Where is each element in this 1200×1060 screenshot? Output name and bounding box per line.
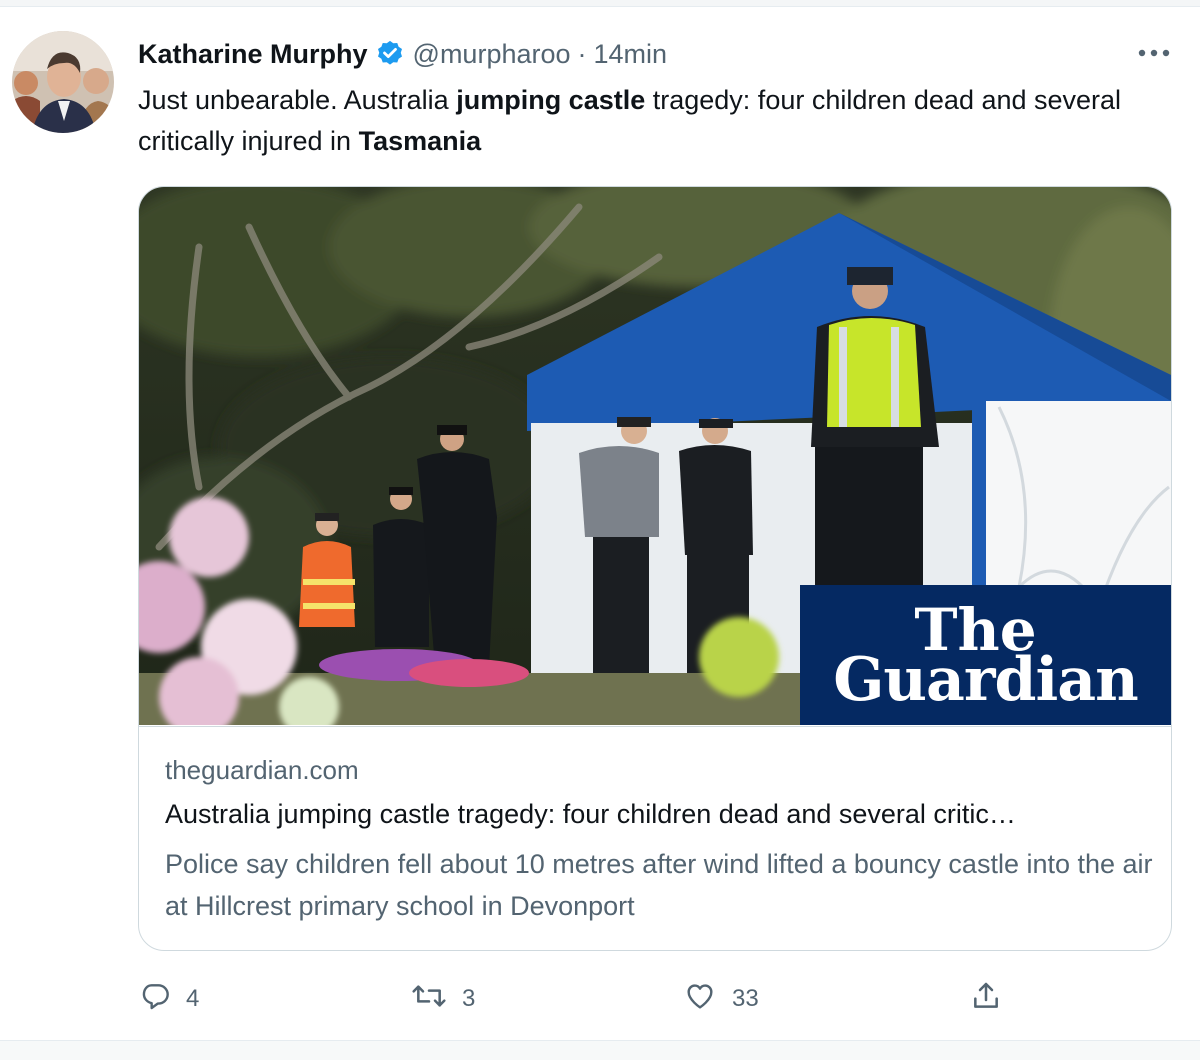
- tweet-text: Just unbearable. Australia jumping castl…: [138, 80, 1168, 162]
- tweet-text-part: Just unbearable. Australia: [138, 85, 457, 115]
- author-name[interactable]: Katharine Murphy: [138, 39, 368, 70]
- card-domain: theguardian.com: [165, 755, 359, 785]
- logo-word-guardian: Guardian: [833, 645, 1139, 715]
- retweet-icon: [410, 980, 448, 1019]
- card-title: Australia jumping castle tragedy: four c…: [165, 799, 1016, 829]
- reply-icon: [138, 980, 172, 1019]
- top-divider: [0, 0, 1200, 7]
- reply-button[interactable]: 4: [138, 980, 199, 1018]
- tweet-text-bold: jumping castle: [456, 85, 646, 115]
- like-icon: [682, 980, 718, 1019]
- like-button[interactable]: 33: [682, 980, 759, 1018]
- reply-count: 4: [186, 985, 200, 1012]
- card-image[interactable]: The Guardian: [139, 187, 1171, 725]
- header-separator: ·: [577, 38, 587, 69]
- tweet-timestamp[interactable]: 14min: [594, 39, 668, 70]
- share-icon: [970, 979, 1002, 1020]
- retweet-button[interactable]: 3: [410, 980, 475, 1018]
- card-description: Police say children fell about 10 metres…: [165, 849, 1153, 921]
- avatar[interactable]: [12, 31, 114, 133]
- verified-badge-icon: [375, 39, 405, 69]
- tweet-actions: 4 3 33: [138, 980, 1178, 1020]
- tweet-header: Katharine Murphy @murpharoo · 14min: [138, 34, 667, 74]
- link-preview-card[interactable]: The Guardian theguardian.com Australia j…: [138, 186, 1172, 951]
- card-meta[interactable]: theguardian.com Australia jumping castle…: [139, 726, 1171, 950]
- share-button[interactable]: [970, 980, 1002, 1018]
- like-count: 33: [732, 985, 759, 1012]
- more-options-icon[interactable]: [1136, 38, 1172, 68]
- retweet-count: 3: [462, 985, 476, 1012]
- bottom-divider: [0, 1040, 1200, 1060]
- tweet-text-bold: Tasmania: [358, 126, 482, 156]
- guardian-logo: The Guardian: [800, 585, 1171, 725]
- author-handle[interactable]: @murpharoo: [413, 39, 571, 70]
